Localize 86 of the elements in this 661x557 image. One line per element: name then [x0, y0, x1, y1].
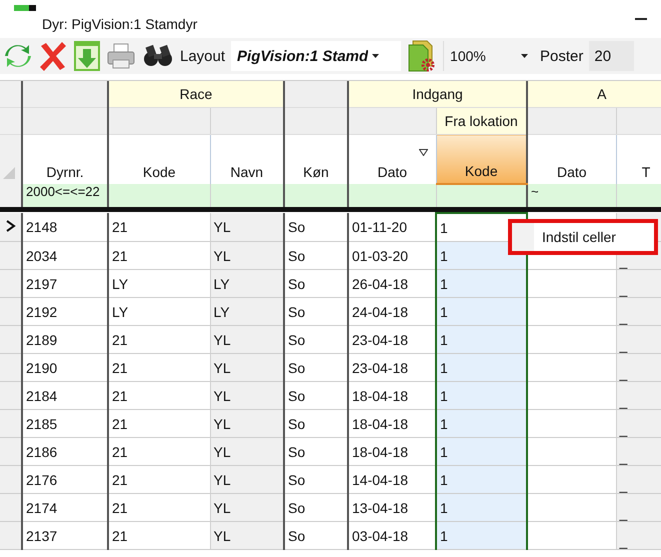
table-cell: 1: [436, 494, 528, 522]
table-cell: 2190: [22, 354, 108, 382]
sort-icon: [418, 149, 428, 156]
table-cell: 2192: [22, 298, 108, 326]
table-cell: YL: [210, 326, 284, 354]
table-cell: _: [616, 326, 661, 354]
table-cell: YL: [210, 410, 284, 438]
binoculars-icon[interactable]: [142, 43, 174, 69]
table-cell: YL: [210, 522, 284, 550]
window-title: Dyr: PigVision:1 Stamdyr: [42, 16, 198, 32]
table-cell: 2185: [22, 410, 108, 438]
table-cell: 2189: [22, 326, 108, 354]
layout-label: Layout: [180, 48, 226, 64]
table-cell: YL: [210, 213, 284, 242]
table-cell: 1: [436, 326, 528, 354]
table-cell: 2137: [22, 522, 108, 550]
table-cell: 1: [436, 410, 528, 438]
table-cell: YL: [210, 494, 284, 522]
table-cell: _: [616, 438, 661, 466]
table-cell: 1: [436, 382, 528, 410]
table-cell: _: [616, 410, 661, 438]
column-header[interactable]: Kode: [108, 134, 210, 184]
records-label: Poster: [540, 48, 584, 64]
table-cell: 2174: [22, 494, 108, 522]
subgroup-header: Fra lokation: [436, 108, 528, 134]
table-cell: 2197: [22, 270, 108, 298]
table-cell: 2176: [22, 466, 108, 494]
column-header[interactable]: Køn: [284, 134, 348, 184]
table-cell: _: [616, 382, 661, 410]
caret-icon: [372, 54, 380, 58]
table-cell: 2148: [22, 213, 108, 242]
caret-icon: [521, 54, 528, 58]
table-cell: LY: [210, 270, 284, 298]
table-cell: So: [284, 522, 348, 550]
table-cell: 1: [436, 270, 528, 298]
filter-cell[interactable]: ~: [527, 184, 616, 207]
table-cell: YL: [210, 242, 284, 270]
table-cell: 1: [436, 466, 528, 494]
layout-dropdown[interactable]: PigVision:1 Stamd: [231, 41, 402, 71]
table-cell: YL: [210, 466, 284, 494]
table-cell: 1: [436, 354, 528, 382]
column-header[interactable]: Navn: [210, 134, 284, 184]
table-cell: _: [616, 270, 661, 298]
table-cell: 1: [436, 298, 528, 326]
column-header[interactable]: Dato: [348, 134, 436, 184]
group-header: A: [527, 81, 661, 108]
table-cell: _: [616, 494, 661, 522]
table-cell: So: [284, 494, 348, 522]
table-cell: 2184: [22, 382, 108, 410]
table-cell: So: [284, 382, 348, 410]
table-cell: YL: [210, 438, 284, 466]
table-cell: 1: [436, 522, 528, 550]
table-cell: YL: [210, 354, 284, 382]
table-cell: So: [284, 466, 348, 494]
table-cell: 2034: [22, 242, 108, 270]
group-header: Race: [108, 81, 284, 108]
table-cell: So: [284, 326, 348, 354]
records-field[interactable]: 20: [589, 41, 634, 71]
column-header[interactable]: Kode: [436, 134, 528, 184]
column-header[interactable]: Dyrnr.: [22, 134, 108, 184]
refresh-icon[interactable]: [4, 42, 32, 70]
table-cell: LY: [210, 298, 284, 326]
table-cell: So: [284, 410, 348, 438]
table-cell: YL: [210, 382, 284, 410]
document-gear-icon[interactable]: [407, 40, 438, 72]
filter-cell[interactable]: 2000<=<=22: [22, 184, 108, 207]
table-cell: 1: [436, 438, 528, 466]
current-row-icon: [6, 220, 16, 232]
table-cell: 2186: [22, 438, 108, 466]
download-icon[interactable]: [74, 41, 100, 71]
table-cell: So: [284, 354, 348, 382]
table-cell: So: [284, 242, 348, 270]
table-cell: _: [616, 354, 661, 382]
printer-icon[interactable]: [106, 43, 136, 69]
group-header: Indgang: [348, 81, 528, 108]
table-cell: So: [284, 270, 348, 298]
table-cell: _: [616, 466, 661, 494]
table-cell: So: [284, 298, 348, 326]
column-header[interactable]: T: [616, 134, 661, 184]
table-cell: _: [616, 522, 661, 550]
table-cell: So: [284, 213, 348, 242]
table-cell: So: [284, 438, 348, 466]
app-icon: [14, 5, 36, 13]
column-header[interactable]: Dato: [527, 134, 616, 184]
table-cell: _: [616, 298, 661, 326]
delete-icon[interactable]: [38, 41, 68, 71]
